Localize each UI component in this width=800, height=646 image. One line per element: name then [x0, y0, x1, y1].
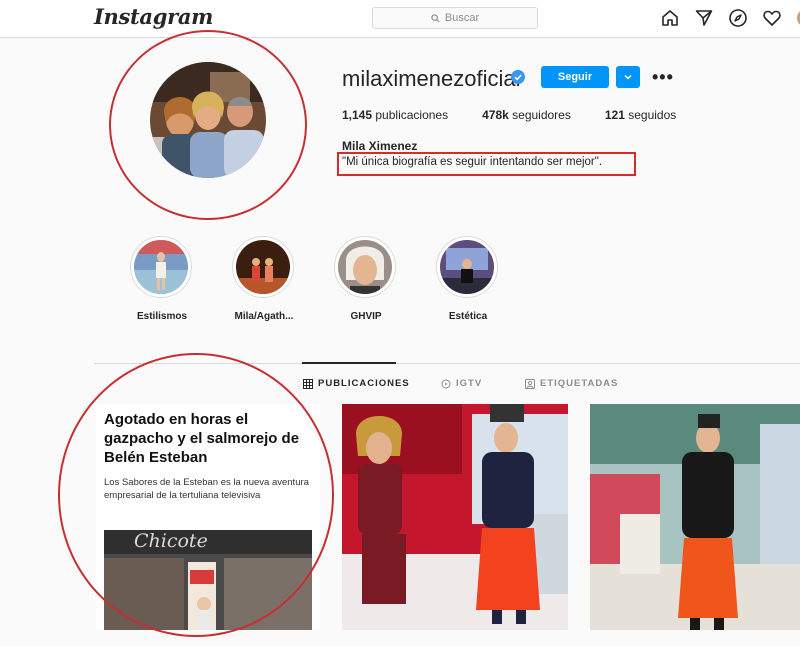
tagged-icon — [525, 378, 535, 389]
article-sign-text: Chicote — [134, 530, 208, 552]
direct-message-icon[interactable] — [694, 8, 714, 28]
tab-label: IGTV — [456, 378, 483, 389]
highlight-label: GHVIP — [350, 311, 382, 322]
follow-button[interactable]: Seguir — [541, 66, 609, 88]
highlight-estilismos[interactable]: Estilismos — [130, 236, 194, 322]
posts-count: 1,145 — [342, 108, 373, 122]
active-tab-indicator — [302, 362, 396, 364]
search-placeholder: Buscar — [444, 12, 480, 24]
followers-stat[interactable]: 478k seguidores — [482, 108, 571, 122]
highlight-label: Estética — [448, 311, 488, 322]
followers-count: 478k — [482, 108, 509, 122]
highlight-label: Mila/Agath... — [234, 311, 294, 322]
search-input[interactable]: Buscar — [372, 7, 538, 29]
post-thumbnail[interactable] — [342, 404, 568, 630]
grid-icon — [303, 378, 313, 389]
verified-badge-icon — [511, 70, 525, 84]
home-icon[interactable] — [660, 8, 680, 28]
instagram-logo[interactable]: Instagram — [94, 4, 213, 29]
top-navigation-bar: Instagram Buscar — [0, 0, 800, 38]
highlight-mila-agatha[interactable]: Mila/Agath... — [232, 236, 296, 322]
profile-avatar-icon[interactable] — [796, 8, 800, 28]
explore-icon[interactable] — [728, 8, 748, 28]
heart-icon[interactable] — [762, 8, 782, 28]
following-label: seguidos — [628, 108, 677, 122]
profile-username: milaximenezoficial — [342, 66, 521, 91]
article-title: Agotado en horas el gazpacho y el salmor… — [104, 411, 300, 466]
post-article-thumbnail[interactable]: Agotado en horas el gazpacho y el salmor… — [96, 404, 320, 630]
posts-label: publicaciones — [375, 108, 449, 122]
highlight-label: Estilismos — [136, 311, 188, 322]
article-photo: Chicote — [104, 530, 312, 630]
following-count: 121 — [604, 108, 625, 122]
profile-stats: 1,145 publicaciones 478k seguidores 121 … — [342, 108, 700, 122]
profile-full-name: Mila Ximenez — [342, 139, 418, 153]
followers-label: seguidores — [512, 108, 571, 122]
chevron-down-icon — [624, 74, 632, 80]
tab-igtv[interactable]: IGTV — [441, 378, 482, 389]
following-stat[interactable]: 121 seguidos — [605, 108, 676, 122]
more-options-icon[interactable]: ••• — [652, 66, 674, 88]
profile-avatar[interactable] — [150, 62, 266, 178]
tab-publicaciones[interactable]: PUBLICACIONES — [303, 378, 410, 389]
highlight-ghvip[interactable]: GHVIP — [334, 236, 398, 322]
search-icon — [431, 13, 440, 23]
suggested-accounts-button[interactable] — [616, 66, 640, 88]
article-subtitle: Los Sabores de la Esteban es la nueva av… — [104, 477, 309, 501]
post-thumbnail[interactable] — [590, 404, 800, 630]
posts-stat: 1,145 publicaciones — [342, 108, 448, 122]
tab-label: PUBLICACIONES — [318, 378, 410, 389]
tabs-divider — [94, 363, 800, 364]
highlight-estetica[interactable]: Estética — [436, 236, 500, 322]
igtv-icon — [441, 379, 451, 388]
tab-etiquetadas[interactable]: ETIQUETADAS — [525, 378, 618, 389]
tab-label: ETIQUETADAS — [540, 378, 619, 389]
annotation-box-bio — [337, 152, 636, 176]
